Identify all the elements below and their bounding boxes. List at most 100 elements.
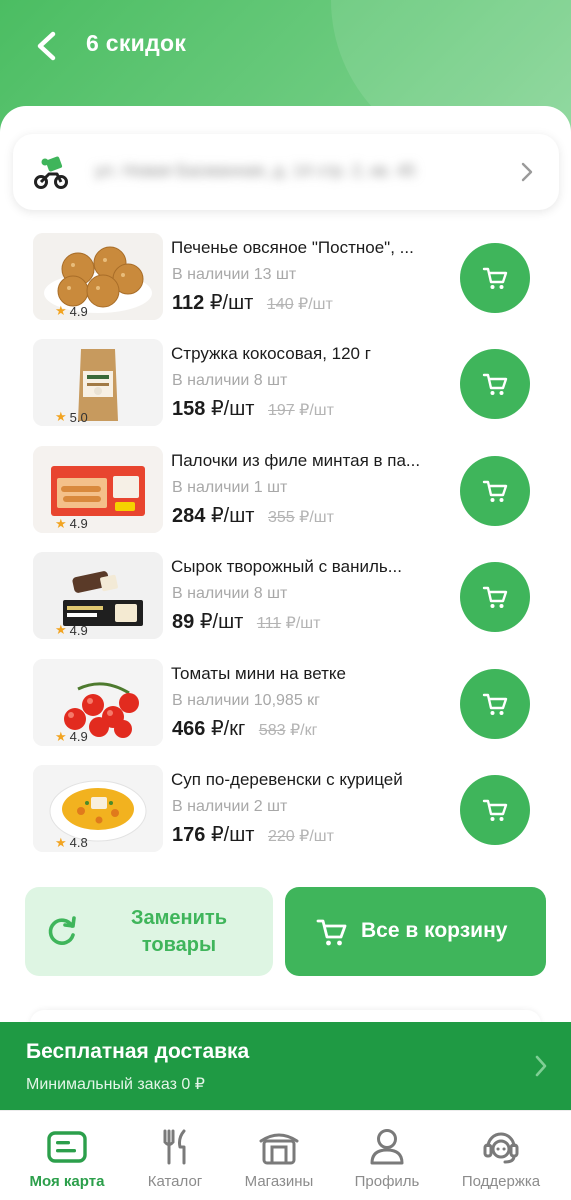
product-name: Печенье овсяное "Постное", ... [171,238,414,257]
tab-label: Поддержка [461,1173,541,1190]
back-button[interactable] [24,24,68,68]
cart-icon [482,693,508,715]
tab-catalog[interactable]: Каталог [118,1111,232,1200]
replace-items-label: Заменить товары [130,907,228,956]
star-icon: ★ [55,622,67,638]
tab-support[interactable]: Поддержка [444,1111,558,1200]
cutlery-icon [163,1129,186,1165]
bottom-tab-bar: Моя карта Каталог Магазины Профиль Подде… [0,1110,571,1200]
cart-icon [482,480,508,502]
product-rating: ★ 4.9 [55,303,88,319]
tab-my-card[interactable]: Моя карта [10,1111,124,1200]
product-price: 89 ₽/шт 111 ₽/шт [172,609,320,634]
tab-label: Магазины [244,1173,314,1190]
rating-value: 4.8 [69,835,88,851]
star-icon: ★ [55,834,67,850]
product-rating: ★ 5.0 [55,409,88,425]
add-all-to-cart-label: Все в корзину [361,919,508,942]
product-image-chicken-soup [33,764,163,852]
product-name: Палочки из филе минтая в па... [171,450,421,470]
add-all-to-cart-button[interactable]: Все в корзину [285,887,546,976]
add-to-cart-button[interactable] [460,562,530,633]
current-price: 89 [172,611,195,634]
product-stock: В наличии 2 шт [172,797,288,815]
product-item[interactable]: ★ 4.9 Томаты мини на ветке В наличии 10,… [0,656,571,762]
cart-icon [482,267,508,289]
product-image-fish-sticks-box [33,445,163,533]
page-title: 6 скидок [86,30,187,56]
cart-icon [316,919,347,946]
free-delivery-banner[interactable]: Бесплатная доставка Минимальный заказ 0 … [0,1022,571,1110]
product-stock: В наличии 1 шт [172,478,288,496]
product-item[interactable]: ★ 5.0 Стружка кокосовая, 120 г В наличии… [0,336,571,442]
star-icon: ★ [55,303,67,318]
current-price: 158 [172,398,206,421]
cart-icon [482,374,508,396]
product-rating: ★ 4.9 [55,516,88,532]
courier-icon [34,156,68,189]
add-to-cart-button[interactable] [460,349,530,420]
tab-profile[interactable]: Профиль [330,1111,444,1200]
product-item[interactable]: ★ 4.9 Сырок творожный с ваниль... В нали… [0,549,571,655]
current-price: 284 [172,504,206,527]
current-price: 466 [172,717,206,740]
price-unit: ₽/шт [210,823,255,846]
cart-icon [482,586,508,609]
add-to-cart-button[interactable] [460,455,530,526]
product-item[interactable]: ★ 4.9 Палочки из филе минтая в па... В н… [0,443,571,549]
product-rating: ★ 4.8 [55,835,88,851]
product-price: 158 ₽/шт 197 ₽/шт [172,396,334,421]
delivery-subtitle: Минимальный заказ 0 ₽ [26,1076,205,1093]
add-to-cart-button[interactable] [460,774,530,845]
current-price: 176 [172,823,206,846]
delivery-title: Бесплатная доставка [26,1040,250,1063]
product-image-coconut-flakes-pack [33,339,163,427]
add-to-cart-button[interactable] [460,243,530,313]
star-icon: ★ [55,515,67,531]
product-price: 112 ₽/шт 140 ₽/шт [172,290,333,315]
profile-icon [370,1129,404,1165]
back-arrow-icon [37,31,56,61]
old-price: 111 ₽/шт [256,615,321,633]
rating-value: 4.9 [69,622,88,638]
product-list: ★ 4.9 Печенье овсяное "Постное", ... В н… [0,230,571,868]
product-name: Суп по-деревенски с курицей [171,769,403,789]
product-stock: В наличии 8 шт [172,585,288,603]
old-price: 140 ₽/шт [266,296,333,313]
product-stock: В наличии 13 шт [172,266,297,283]
product-stock: В наличии 8 шт [172,372,288,390]
product-image-curd-snack [33,552,163,640]
tab-label: Моя карта [29,1173,105,1190]
product-name: Сырок творожный с ваниль... [171,557,402,577]
price-unit: ₽/шт [209,292,254,314]
product-price: 466 ₽/кг 583 ₽/кг [172,716,317,741]
star-icon: ★ [55,409,67,425]
rating-value: 5.0 [69,409,88,425]
price-unit: ₽/шт [199,611,244,634]
rating-value: 4.9 [69,303,88,319]
star-icon: ★ [55,728,67,744]
card-icon [47,1131,87,1163]
product-rating: ★ 4.9 [55,729,88,745]
price-unit: ₽/шт [210,398,255,421]
cart-icon [482,799,508,821]
product-name: Стружка кокосовая, 120 г [171,344,371,364]
chevron-right-icon [535,1055,547,1077]
product-image-oat-cookies [33,233,163,320]
old-price: 355 ₽/шт [268,508,334,526]
rating-value: 4.9 [69,729,88,745]
support-icon [483,1132,519,1164]
product-price: 284 ₽/шт 355 ₽/шт [172,503,334,528]
product-name: Томаты мини на ветке [171,663,346,683]
product-stock: В наличии 10,985 кг [172,691,320,709]
replace-items-button[interactable]: Заменить товары [25,887,273,976]
price-unit: ₽/кг [210,717,246,740]
product-item[interactable]: ★ 4.8 Суп по-деревенски с курицей В нали… [0,762,571,868]
old-price: 197 ₽/шт [268,402,334,420]
product-item[interactable]: ★ 4.9 Печенье овсяное "Постное", ... В н… [0,230,571,336]
delivery-address-card[interactable]: ул. Новая Басманная, д. 14 стр. 2, кв. 4… [13,134,559,210]
tab-label: Профиль [354,1173,420,1190]
tab-stores[interactable]: Магазины [222,1111,336,1200]
add-to-cart-button[interactable] [460,668,530,739]
rating-value: 4.9 [69,516,88,532]
